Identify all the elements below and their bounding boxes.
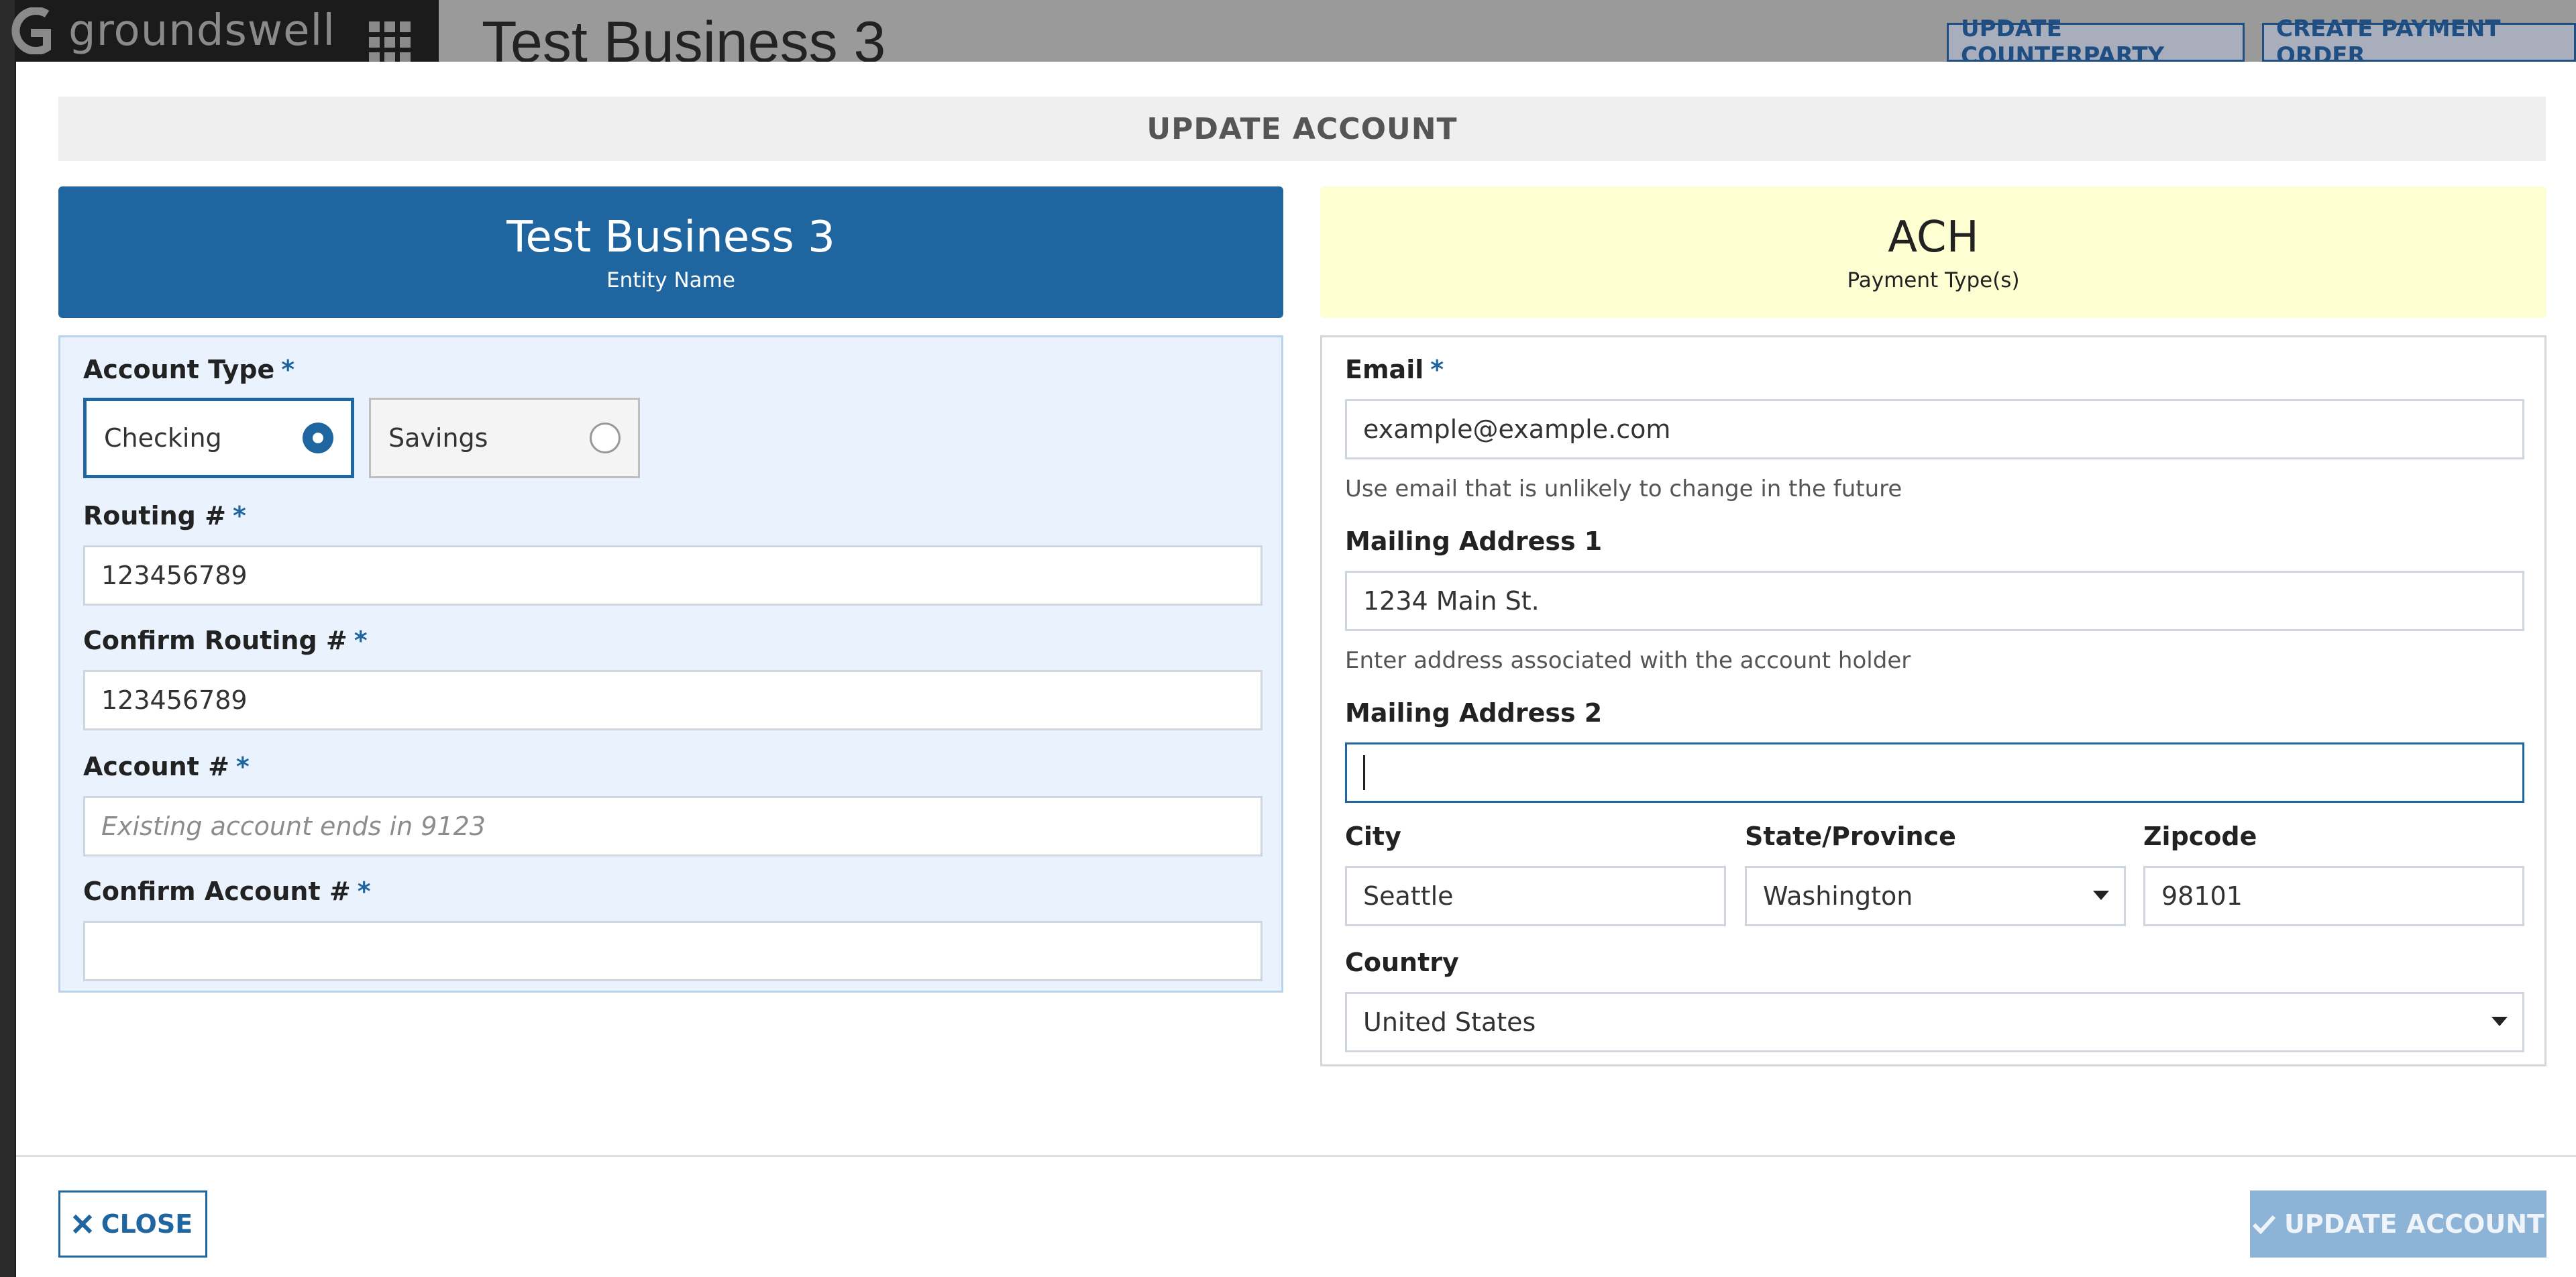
savings-label: Savings <box>388 423 488 453</box>
caret-down-icon <box>2093 891 2109 900</box>
entity-card: Test Business 3 Entity Name <box>58 186 1283 318</box>
caret-down-icon <box>2491 1017 2508 1026</box>
account-number-input[interactable]: Existing account ends in 9123 <box>83 796 1263 856</box>
entity-caption: Entity Name <box>606 268 735 292</box>
country-value: United States <box>1363 1007 1536 1037</box>
entity-name: Test Business 3 <box>506 213 835 262</box>
email-input[interactable]: example@example.com <box>1345 399 2524 459</box>
update-account-modal: UPDATE ACCOUNT Test Business 3 Entity Na… <box>16 62 2576 1277</box>
account-type-checking[interactable]: Checking <box>83 398 354 478</box>
radio-unselected-icon <box>590 423 621 453</box>
modal-title: UPDATE ACCOUNT <box>58 97 2546 161</box>
create-payment-order-button[interactable]: CREATE PAYMENT ORDER <box>2262 15 2576 69</box>
state-label: State/Province <box>1745 822 1956 851</box>
close-button[interactable]: CLOSE <box>58 1190 207 1258</box>
payment-type-caption: Payment Type(s) <box>1847 268 2020 292</box>
account-type-savings[interactable]: Savings <box>369 398 640 478</box>
contact-details-panel: Email * example@example.com Use email tha… <box>1320 335 2546 1066</box>
footer-divider <box>16 1155 2576 1157</box>
address1-help-text: Enter address associated with the accoun… <box>1345 647 1911 674</box>
email-label: Email * <box>1345 355 1444 384</box>
confirm-account-label: Confirm Account # * <box>83 877 371 906</box>
address1-label: Mailing Address 1 <box>1345 526 1603 556</box>
account-type-label: Account Type * <box>83 355 295 384</box>
routing-input[interactable]: 123456789 <box>83 545 1263 606</box>
state-value: Washington <box>1763 881 1913 911</box>
close-icon <box>72 1215 92 1233</box>
confirm-account-input[interactable] <box>83 921 1263 981</box>
city-input[interactable]: Seattle <box>1345 866 1726 926</box>
address1-input[interactable]: 1234 Main St. <box>1345 571 2524 631</box>
update-account-label: UPDATE ACCOUNT <box>2284 1209 2544 1239</box>
app-side-rail <box>0 0 15 1277</box>
zip-label: Zipcode <box>2143 822 2257 851</box>
check-icon <box>2252 1215 2276 1234</box>
routing-label: Routing # * <box>83 501 246 531</box>
confirm-routing-label: Confirm Routing # * <box>83 626 368 655</box>
update-account-button[interactable]: UPDATE ACCOUNT <box>2250 1190 2546 1258</box>
country-label: Country <box>1345 948 1459 977</box>
bank-details-panel: Account Type * Checking Savings Routing #… <box>58 335 1283 993</box>
radio-selected-icon <box>303 423 333 453</box>
text-caret <box>1363 755 1365 790</box>
payment-type-card: ACH Payment Type(s) <box>1320 186 2546 318</box>
zip-input[interactable]: 98101 <box>2143 866 2524 926</box>
state-select[interactable]: Washington <box>1745 866 2126 926</box>
email-help-text: Use email that is unlikely to change in … <box>1345 476 1902 502</box>
app-logo[interactable]: groundswell <box>0 0 335 62</box>
address2-label: Mailing Address 2 <box>1345 698 1603 728</box>
apps-grid-icon[interactable] <box>368 20 412 64</box>
logo-mark-icon <box>0 0 60 62</box>
city-label: City <box>1345 822 1401 851</box>
account-number-label: Account # * <box>83 752 250 781</box>
country-select[interactable]: United States <box>1345 992 2524 1052</box>
logo-text: groundswell <box>68 6 336 56</box>
close-label: CLOSE <box>101 1209 193 1239</box>
checking-label: Checking <box>104 423 222 453</box>
payment-type: ACH <box>1888 213 1979 262</box>
confirm-routing-input[interactable]: 123456789 <box>83 670 1263 730</box>
address2-input[interactable] <box>1345 742 2524 803</box>
update-counterparty-button[interactable]: UPDATE COUNTERPARTY <box>1947 15 2245 69</box>
